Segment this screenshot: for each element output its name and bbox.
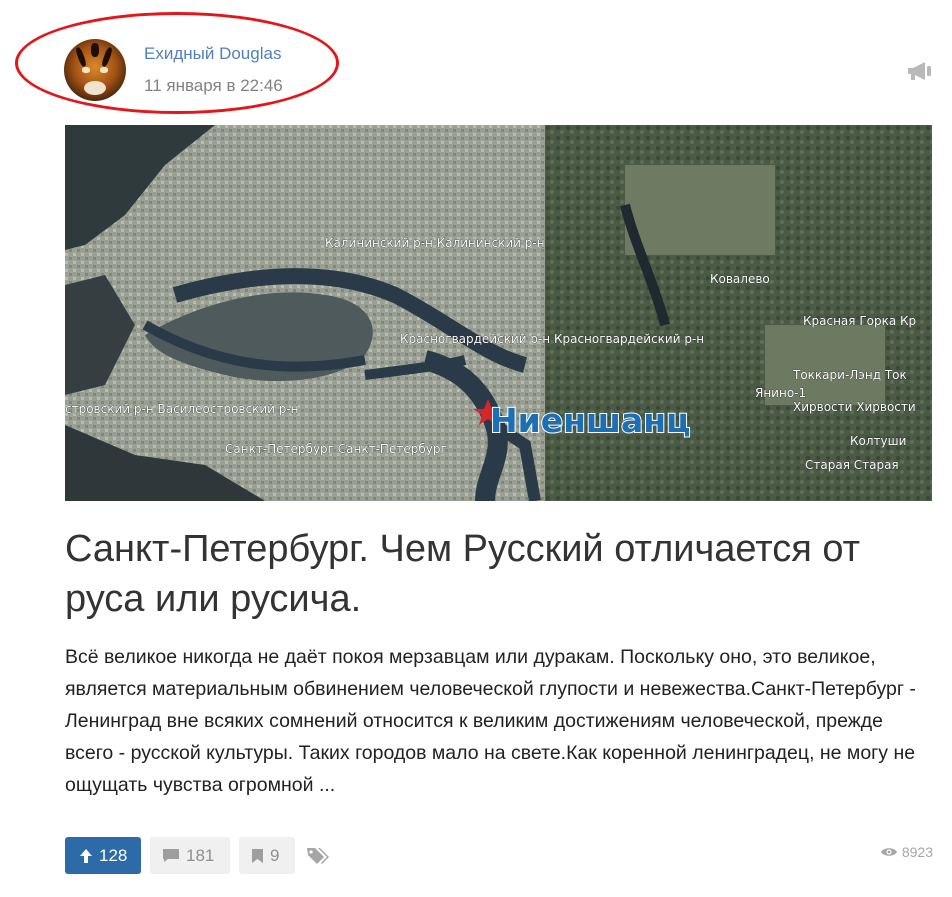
article-title[interactable]: Санкт-Петербург. Чем Русский отличается … <box>65 524 932 624</box>
map-label: Старая Старая <box>805 458 899 472</box>
map-label: Колтуши <box>850 434 906 448</box>
map-label: Санкт-Петербург Санкт-Петербург <box>225 442 447 456</box>
map-label: Токкари-Лэнд Ток <box>792 368 907 382</box>
megaphone-icon[interactable] <box>905 60 935 82</box>
post-actions: 128 181 9 <box>65 837 330 874</box>
article-excerpt: Всё великое никогда не даёт покоя мерзав… <box>65 646 916 796</box>
bookmarks-count: 9 <box>270 845 280 865</box>
upvote-count: 128 <box>99 845 128 865</box>
map-label: стровский р-н Василеостровский р-н <box>65 402 299 416</box>
map-label: Калининский р-н Калининский р-н <box>325 236 545 250</box>
map-label: Красная Горка Кр <box>803 314 916 328</box>
avatar[interactable] <box>64 39 126 101</box>
tags-icon[interactable] <box>306 846 330 866</box>
upvote-button[interactable]: 128 <box>65 837 141 874</box>
comment-icon <box>162 848 180 863</box>
cover-image[interactable]: Калининский р-н Калининский р-н Ковалево… <box>65 125 932 501</box>
author-name[interactable]: Ехидный Douglas <box>144 43 283 65</box>
views-count: 8923 <box>901 844 933 860</box>
eye-icon <box>880 846 898 858</box>
map-title: Ниеншанц <box>490 401 691 440</box>
post-date[interactable]: 11 января в 22:46 <box>144 75 283 97</box>
comments-button[interactable]: 181 <box>150 837 230 874</box>
author-meta: Ехидный Douglas 11 января в 22:46 <box>144 43 283 97</box>
views-counter: 8923 <box>880 844 933 860</box>
post-author: Ехидный Douglas 11 января в 22:46 <box>64 39 283 101</box>
map-label: Красногвардейский р-н Красногвардейский … <box>400 332 704 346</box>
satellite-map: Калининский р-н Калининский р-н Ковалево… <box>65 125 932 501</box>
comments-count: 181 <box>186 845 215 865</box>
map-label: Ковалево <box>710 272 770 286</box>
map-label: Янино-1 <box>755 386 806 400</box>
bookmarks-button[interactable]: 9 <box>239 837 295 874</box>
arrow-up-icon <box>79 848 93 864</box>
map-label: Хирвости Хирвости <box>793 400 916 414</box>
bookmark-icon <box>251 848 264 864</box>
